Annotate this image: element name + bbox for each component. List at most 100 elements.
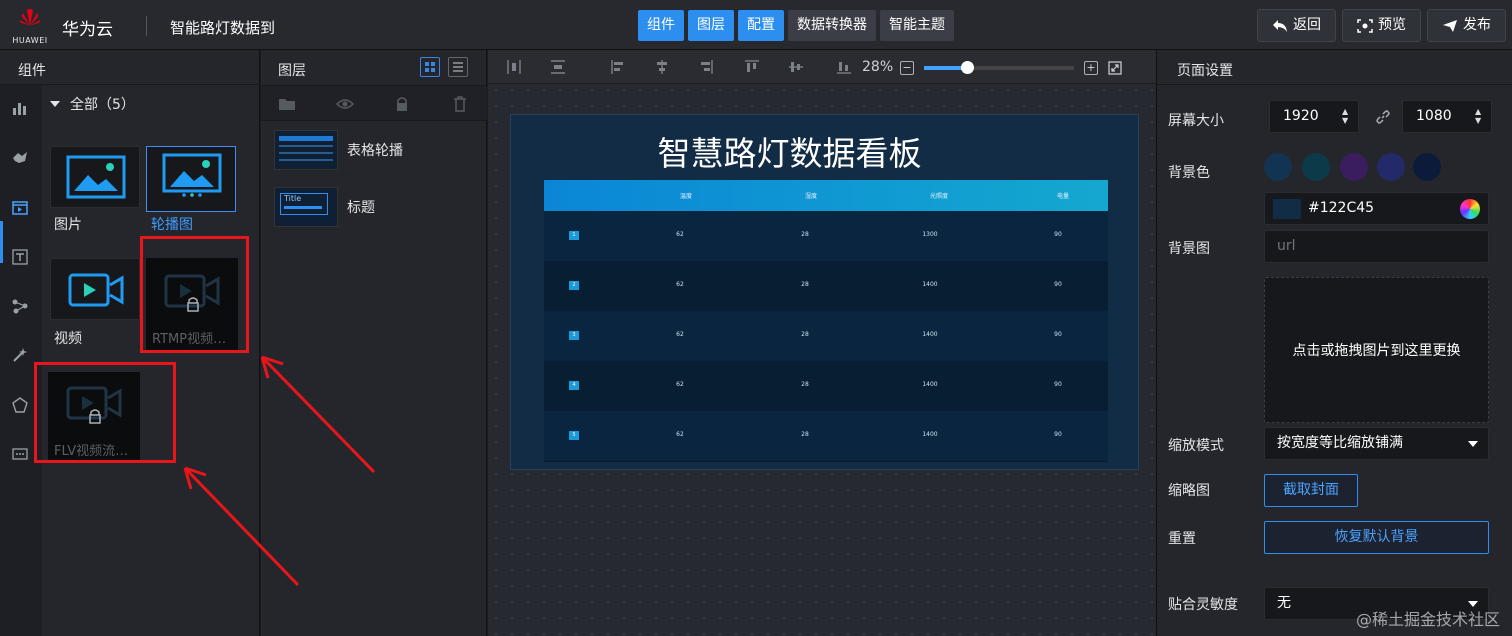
align-middle-v-icon[interactable] xyxy=(788,59,804,75)
scale-mode-select[interactable]: 按宽度等比缩放铺满 xyxy=(1264,427,1489,460)
bg-swatch[interactable] xyxy=(1264,153,1292,181)
component-panel: 组件 全部（5） 图片 轮播图 视频 RTMP视频… FLV视频流… xyxy=(0,50,260,636)
layer-name-table-carousel: 表格轮播 xyxy=(347,143,403,159)
header-divider xyxy=(146,16,147,36)
align-bottom-icon[interactable] xyxy=(836,59,852,75)
list-view-icon[interactable] xyxy=(448,57,468,77)
map-category-icon[interactable] xyxy=(9,147,31,169)
align-center-h-icon[interactable] xyxy=(654,59,670,75)
eye-icon[interactable] xyxy=(335,95,355,113)
layer-item-table-carousel[interactable]: 表格轮播 xyxy=(261,123,487,177)
table-cell: 1400 xyxy=(922,281,938,288)
publish-button[interactable]: 发布 xyxy=(1427,9,1506,42)
scale-mode-label: 缩放模式 xyxy=(1168,438,1224,454)
layer-item-title[interactable]: Title 标题 xyxy=(261,180,487,234)
tab-layers[interactable]: 图层 xyxy=(688,10,734,41)
component-image[interactable] xyxy=(50,146,140,208)
bg-image-dropzone[interactable]: 点击或拖拽图片到这里更换 xyxy=(1264,277,1489,423)
distribute-horizontal-icon[interactable] xyxy=(550,59,566,75)
settings-panel: 页面设置 屏幕大小 1920 ▲ ▼ 1080 ▲ ▼ 背景色 #122C45 背景… xyxy=(1156,50,1512,636)
thumbnail-label: 缩略图 xyxy=(1168,483,1210,499)
media-category-icon[interactable] xyxy=(9,197,31,219)
snap-sensitivity-label: 贴合灵敏度 xyxy=(1168,597,1238,613)
bg-color-label: 背景色 xyxy=(1168,165,1210,181)
restore-default-bg-button[interactable]: 恢复默认背景 xyxy=(1264,521,1489,554)
row-index-badge: 5 xyxy=(569,431,579,440)
table-header-cell: 湿度 xyxy=(805,193,818,200)
preview-label: 预览 xyxy=(1378,17,1406,33)
table-cell: 90 xyxy=(1054,231,1062,238)
bg-swatch[interactable] xyxy=(1340,153,1368,181)
shape-category-icon[interactable] xyxy=(9,394,31,416)
link-icon[interactable] xyxy=(1375,109,1391,125)
tab-components[interactable]: 组件 xyxy=(638,10,684,41)
zoom-in-button[interactable]: + xyxy=(1084,61,1098,75)
chevron-down-icon xyxy=(1468,441,1478,447)
zoom-out-button[interactable]: − xyxy=(900,61,914,75)
component-video[interactable] xyxy=(50,258,140,320)
table-cell: 62 xyxy=(676,231,684,238)
zoom-slider[interactable] xyxy=(924,61,1074,74)
title-thumb-text: Title xyxy=(284,194,302,203)
height-stepper-icon[interactable]: ▲ ▼ xyxy=(1475,107,1485,127)
preview-button[interactable]: 预览 xyxy=(1342,9,1421,42)
align-top-icon[interactable] xyxy=(744,59,760,75)
folder-icon[interactable] xyxy=(278,95,296,113)
table-header-cell: 温度 xyxy=(680,193,693,200)
tab-config[interactable]: 配置 xyxy=(738,10,784,41)
back-button[interactable]: 返回 xyxy=(1257,9,1336,42)
bg-url-input[interactable]: url xyxy=(1264,230,1489,263)
carousel-icon xyxy=(162,153,222,197)
bg-swatch[interactable] xyxy=(1413,153,1441,181)
width-stepper-icon[interactable]: ▲ ▼ xyxy=(1342,107,1352,127)
huawei-logo: HUAWEI xyxy=(10,6,50,46)
capture-cover-button[interactable]: 截取封面 xyxy=(1264,474,1358,507)
canvas-area[interactable]: 28% − + 智慧路灯数据看板 温度 湿度 光照度 电量 1 62 28 1300 9… xyxy=(488,50,1156,636)
color-picker-icon[interactable] xyxy=(1460,199,1480,219)
lock-layer-icon[interactable] xyxy=(393,95,411,113)
bg-swatch[interactable] xyxy=(1377,153,1405,181)
table-cell: 1400 xyxy=(922,431,938,438)
align-vertical-edges-icon[interactable] xyxy=(506,59,522,75)
component-panel-title: 组件 xyxy=(18,63,46,79)
highlight-box-flv xyxy=(34,362,176,463)
category-all[interactable]: 全部（5） xyxy=(48,94,135,114)
tab-smart-theme[interactable]: 智能主题 xyxy=(880,10,954,41)
table-row: 4 62 28 1400 90 xyxy=(544,361,1108,411)
magic-wand-category-icon[interactable] xyxy=(9,344,31,366)
board-title[interactable]: 智慧路灯数据看板 xyxy=(511,127,1068,175)
image-icon xyxy=(66,155,126,199)
table-header-cell: 电量 xyxy=(1057,193,1070,200)
more-category-icon[interactable] xyxy=(9,443,31,465)
fit-screen-icon[interactable] xyxy=(1108,61,1122,75)
text-category-icon[interactable] xyxy=(9,246,31,268)
screen-height-input[interactable]: 1080 ▲ ▼ xyxy=(1402,100,1492,133)
carousel-table[interactable]: 温度 湿度 光照度 电量 1 62 28 1300 90 2 62 28 1400 90 3 62 28… xyxy=(544,180,1108,462)
chart-category-icon[interactable] xyxy=(9,97,31,119)
settings-panel-title: 页面设置 xyxy=(1177,63,1233,79)
component-video-label: 视频 xyxy=(54,331,82,347)
category-all-label: 全部（5） xyxy=(70,97,135,113)
table-row: 2 62 28 1400 90 xyxy=(544,261,1108,311)
logo-text: HUAWEI xyxy=(12,36,48,45)
paper-plane-icon xyxy=(1443,19,1457,32)
bg-color-preview xyxy=(1273,199,1301,219)
screen-height-value: 1080 xyxy=(1416,108,1452,124)
relation-category-icon[interactable] xyxy=(9,295,31,317)
table-row: 1 62 28 1300 90 xyxy=(544,211,1108,261)
component-carousel[interactable] xyxy=(146,146,236,212)
screen-width-input[interactable]: 1920 ▲ ▼ xyxy=(1269,100,1359,133)
dashboard-board[interactable]: 智慧路灯数据看板 温度 湿度 光照度 电量 1 62 28 1300 90 2 62 28 14… xyxy=(510,114,1139,470)
preview-icon xyxy=(1357,18,1373,33)
component-image-label: 图片 xyxy=(54,217,82,233)
align-right-icon[interactable] xyxy=(698,59,714,75)
align-left-icon[interactable] xyxy=(610,59,626,75)
bg-swatch[interactable] xyxy=(1302,153,1330,181)
trash-icon[interactable] xyxy=(451,95,469,113)
scale-mode-value: 按宽度等比缩放铺满 xyxy=(1277,435,1403,451)
screen-width-value: 1920 xyxy=(1283,108,1319,124)
zoom-slider-knob[interactable] xyxy=(960,61,974,74)
tab-data-converter[interactable]: 数据转换器 xyxy=(788,10,876,41)
bg-color-input[interactable]: #122C45 xyxy=(1264,192,1489,225)
grid-view-icon[interactable] xyxy=(420,57,440,77)
